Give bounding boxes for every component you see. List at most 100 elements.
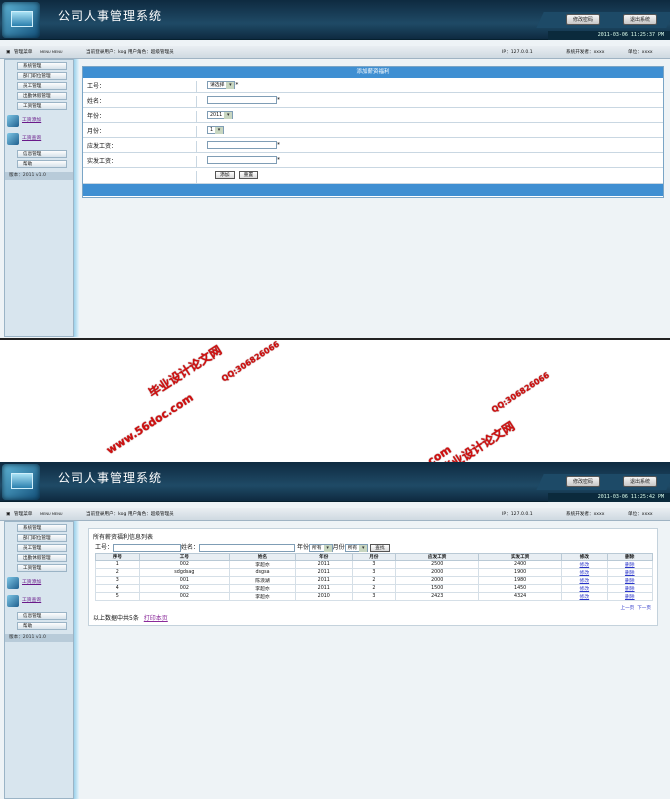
table-header-row: 序号 工号 姓名 年份 月份 应发工资 实发工资 修改 删除 [95, 553, 654, 561]
add-button[interactable]: 添加 [215, 171, 235, 179]
sidebar-item-help[interactable]: 帮助 [17, 160, 67, 168]
sidebar-item-department[interactable]: 部门职位管理 [17, 72, 67, 80]
app-header: 公司人事管理系统 修改密码 退出系统 2011-03-06 11:25:37 P… [0, 0, 670, 40]
salary-query-icon [7, 133, 19, 145]
sidebar-item-info[interactable]: 信息管理 [17, 150, 67, 158]
status-bar: ▣ 管理菜单 MENU MENU 当前登录用户：kog 用户角色：超级管理员 I… [0, 508, 670, 521]
menu-label: 管理菜单 [14, 50, 33, 55]
reset-button[interactable]: 重置 [238, 171, 259, 179]
unit-info: 单位：xxxx [628, 512, 653, 517]
field-row-id: 工号： 请选择* [83, 78, 663, 93]
sidebar: 系统管理 部门职位管理 员工管理 出勤休假管理 工资管理 工资添加 工资查询 信… [4, 59, 74, 337]
developer-info: 系统开发者：xxxx [566, 50, 605, 55]
version-label: 版本：2011 v1.0 [5, 172, 73, 180]
sidebar-item-employee[interactable]: 员工管理 [17, 544, 67, 552]
developer-info: 系统开发者：xxxx [566, 512, 605, 517]
salary-add-icon [7, 577, 19, 589]
filter-id-input[interactable] [113, 543, 182, 552]
change-password-button[interactable]: 修改密码 [566, 14, 601, 25]
sidebar-item-salary[interactable]: 工资管理 [17, 102, 67, 110]
employee-id-select[interactable]: 请选择 [207, 81, 236, 89]
menu-icon: ▣ [6, 512, 11, 517]
table-row: 2 sdgdsag dsgsa 2011 3 2000 1900 修改 删除 [95, 568, 654, 577]
delete-link[interactable]: 删除 [625, 587, 635, 592]
sidebar-sub-salary-query[interactable]: 工资查询 [5, 592, 73, 610]
col-header: 月份 [351, 553, 397, 561]
table-row: 1 002 李超亦 2011 3 2500 2400 修改 删除 [95, 560, 654, 569]
search-button[interactable]: 查找 [370, 543, 390, 552]
pager: 上一页 下一页 [620, 605, 651, 611]
clock: 2011-03-06 11:25:42 PM [548, 493, 670, 502]
sidebar-sub-salary-query[interactable]: 工资查询 [5, 130, 73, 148]
delete-link[interactable]: 删除 [625, 571, 635, 576]
field-row-name: 姓名： * [83, 93, 663, 108]
filter-month-select[interactable]: 所有 [344, 543, 369, 552]
print-page-link[interactable]: 打印本页 [144, 615, 168, 622]
menu-icon: ▣ [6, 50, 11, 55]
watermark-qq-right: QQ:306826066 [490, 370, 552, 415]
sidebar-item-salary[interactable]: 工资管理 [17, 564, 67, 572]
change-password-button[interactable]: 修改密码 [566, 476, 601, 487]
month-select[interactable]: 1 [207, 126, 225, 134]
salary-query-icon [7, 595, 19, 607]
watermark-qq-left: QQ:306826066 [220, 339, 282, 384]
field-row-gross: 应发工资： * [83, 138, 663, 153]
version-label: 版本：2011 v1.0 [5, 634, 73, 642]
menu-en-label: MENU MENU [40, 512, 63, 516]
app-title: 公司人事管理系统 [58, 471, 163, 485]
sidebar-item-info[interactable]: 信息管理 [17, 612, 67, 620]
next-page-link[interactable]: 下一页 [637, 606, 651, 611]
col-header: 实发工资 [478, 553, 563, 561]
sidebar-item-system[interactable]: 系统管理 [17, 62, 67, 70]
net-salary-input[interactable] [207, 156, 277, 164]
edit-link[interactable]: 修改 [580, 579, 590, 584]
field-row-net: 实发工资： * [83, 153, 663, 168]
sidebar-item-help[interactable]: 帮助 [17, 622, 67, 630]
filter-year-select[interactable]: 所有 [308, 543, 333, 552]
edit-link[interactable]: 修改 [580, 571, 590, 576]
salary-table: 序号 工号 姓名 年份 月份 应发工资 实发工资 修改 删除 1 002 李超亦 20… [95, 553, 654, 601]
year-select[interactable]: 2011 [207, 111, 234, 119]
sidebar-sub-salary-add[interactable]: 工资添加 [5, 574, 73, 592]
salary-add-icon [7, 115, 19, 127]
salary-list-panel: 所有薪资福利信息列表 工号：姓名： 年份所有月份所有 查找 序号 工号 姓名 年… [88, 528, 658, 626]
col-header: 序号 [95, 553, 140, 561]
summary-line: 以上数据中共5条 打印本页 [93, 613, 168, 622]
delete-link[interactable]: 删除 [625, 579, 635, 584]
unit-info: 单位：xxxx [628, 50, 653, 55]
form-title: 添加薪资福利 [83, 67, 663, 78]
sidebar-item-department[interactable]: 部门职位管理 [17, 534, 67, 542]
name-input[interactable] [207, 96, 277, 104]
filter-bar: 工号：姓名： 年份所有月份所有 查找 [95, 542, 394, 552]
current-user: 当前登录用户：kog 用户角色：超级管理员 [86, 50, 174, 55]
edit-link[interactable]: 修改 [580, 587, 590, 592]
sidebar-sub-salary-add[interactable]: 工资添加 [5, 112, 73, 130]
delete-link[interactable]: 删除 [625, 595, 635, 600]
edit-link[interactable]: 修改 [580, 595, 590, 600]
menu-en-label: MENU MENU [40, 50, 63, 54]
form-buttons-row: 添加 重置 [83, 168, 663, 184]
sidebar-item-system[interactable]: 系统管理 [17, 524, 67, 532]
table-row: 5 002 李超亦 2010 3 2423 4324 修改 删除 [95, 592, 654, 601]
col-header: 修改 [561, 553, 608, 561]
sidebar: 系统管理 部门职位管理 员工管理 出勤休假管理 工资管理 工资添加 工资查询 信… [4, 521, 74, 799]
logout-button[interactable]: 退出系统 [623, 14, 658, 25]
col-header: 年份 [294, 553, 353, 561]
screenshot-salary-list: 公司人事管理系统 修改密码 退出系统 2011-03-06 11:25:42 P… [0, 462, 670, 799]
table-row: 3 001 陈浪湖 2011 2 2000 1980 修改 删除 [95, 576, 654, 585]
logout-button[interactable]: 退出系统 [623, 476, 658, 487]
delete-link[interactable]: 删除 [625, 563, 635, 568]
ip-info: IP：127.0.0.1 [502, 50, 533, 55]
sidebar-item-employee[interactable]: 员工管理 [17, 82, 67, 90]
gross-salary-input[interactable] [207, 141, 277, 149]
sidebar-item-attendance[interactable]: 出勤休假管理 [17, 92, 67, 100]
edit-link[interactable]: 修改 [580, 563, 590, 568]
sidebar-item-attendance[interactable]: 出勤休假管理 [17, 554, 67, 562]
field-row-month: 月份： 1 [83, 123, 663, 138]
filter-name-input[interactable] [199, 543, 296, 552]
ip-info: IP：127.0.0.1 [502, 512, 533, 517]
list-title: 所有薪资福利信息列表 [93, 534, 154, 541]
app-header: 公司人事管理系统 修改密码 退出系统 2011-03-06 11:25:42 P… [0, 462, 670, 502]
prev-page-link[interactable]: 上一页 [620, 606, 634, 611]
monitor-logo-icon [2, 464, 40, 500]
